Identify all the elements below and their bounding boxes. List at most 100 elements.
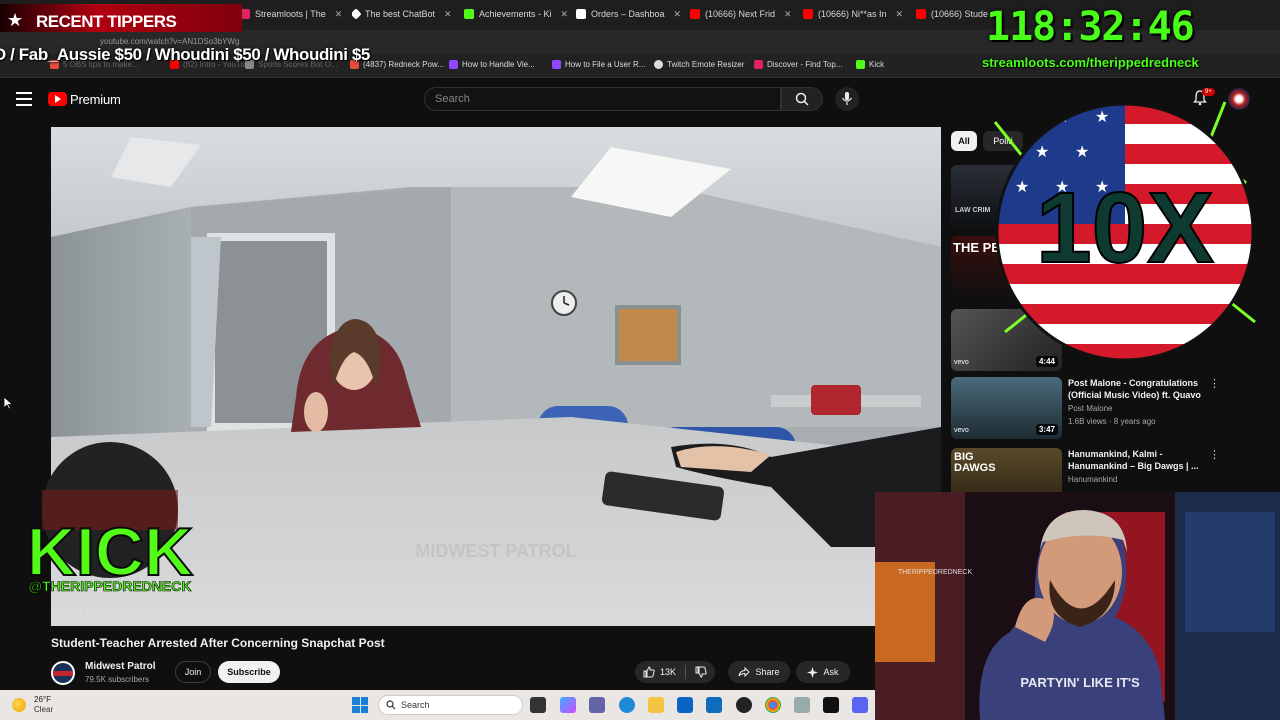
like-count: 13K <box>659 667 676 677</box>
tab-ni-as-in[interactable]: (10666) Ni**as In ✕ <box>803 3 913 25</box>
share-arrow-icon <box>738 666 751 678</box>
store-icon[interactable] <box>677 697 693 713</box>
channel-name: Hanumankind <box>1068 475 1118 484</box>
channel-name[interactable]: Midwest Patrol <box>85 661 156 672</box>
streamloots-url: streamloots.com/therippedredneck <box>982 55 1199 70</box>
share-button[interactable]: Share <box>728 661 790 683</box>
obs-icon[interactable] <box>736 697 752 713</box>
thumbs-down-icon[interactable] <box>695 666 707 678</box>
diamond-icon <box>352 8 362 20</box>
close-icon[interactable]: ✕ <box>896 9 904 20</box>
tab-streamloots[interactable]: Streamloots | The ✕ <box>240 3 350 25</box>
like-button[interactable]: 13K <box>635 661 715 683</box>
discord-icon[interactable] <box>852 697 868 713</box>
outlook-icon[interactable] <box>706 697 722 713</box>
kick-icon <box>464 9 474 19</box>
search-icon <box>386 700 396 710</box>
tipper-ticker: O / Fab_Aussie $50 / Whoudini $50 / Whou… <box>0 45 370 64</box>
kick-handle: @THERIPPEDREDNECK <box>28 578 191 594</box>
sparkle-icon <box>807 666 819 678</box>
file-explorer-icon[interactable] <box>648 697 664 713</box>
search-icon <box>795 92 809 106</box>
kick-channel-logo: KICK @THERIPPEDREDNECK REDNECK <box>26 442 194 618</box>
webcam-frame: PARTYIN' LIKE IT'S THERIPPEDREDNECK <box>875 492 1280 720</box>
video-title: Hanumankind, Kalmi - Hanumankind – Big D… <box>1068 449 1199 471</box>
video-title: Student-Teacher Arrested After Concernin… <box>51 636 385 650</box>
close-icon[interactable]: ✕ <box>335 9 343 20</box>
twitch-icon <box>552 60 561 69</box>
microphone-icon <box>842 92 852 105</box>
10x-text: 10X <box>1036 172 1214 284</box>
weather-condition[interactable]: Clear <box>34 705 53 714</box>
copilot-icon[interactable] <box>560 697 576 713</box>
search-button[interactable] <box>781 87 823 111</box>
video-duration: 3:47 <box>1035 424 1058 435</box>
10x-flag-logo: ★ ★ ★ ★ ★ ★ ★ ★ 10X <box>993 101 1256 362</box>
close-icon[interactable]: ✕ <box>674 9 682 20</box>
tab-student[interactable]: (10666) Student <box>916 3 988 25</box>
recent-tippers-label: RECENT TIPPERS <box>36 12 177 31</box>
youtube-icon <box>690 9 700 19</box>
channel-avatar[interactable] <box>51 661 75 685</box>
weather-moon-icon[interactable] <box>12 698 26 712</box>
close-icon[interactable]: ✕ <box>561 9 569 20</box>
twitch-icon <box>449 60 458 69</box>
webcam-feed: PARTYIN' LIKE IT'S THERIPPEDREDNECK <box>875 492 1280 720</box>
star-icon: ★ <box>7 10 24 30</box>
midwest-patrol-logo-icon <box>53 663 73 683</box>
bookmark-icon <box>754 60 763 69</box>
app-icon[interactable] <box>794 697 810 713</box>
svg-text:★: ★ <box>1095 107 1109 126</box>
thumbs-up-icon <box>643 666 655 678</box>
subathon-timer: 118:32:46 <box>986 4 1195 50</box>
youtube-icon <box>916 9 926 19</box>
weather-temperature[interactable]: 26°F <box>34 695 51 704</box>
edge-icon[interactable] <box>619 697 635 713</box>
close-icon[interactable]: ✕ <box>444 9 452 20</box>
start-button[interactable] <box>352 697 368 713</box>
cap-text: THERIPPEDREDNECK <box>898 569 973 576</box>
ask-button[interactable]: Ask <box>796 661 850 683</box>
subscriber-count: 79.5K subscribers <box>85 675 150 684</box>
voice-search-button[interactable] <box>835 87 859 111</box>
subscribe-button[interactable]: Subscribe <box>218 661 280 683</box>
bookmark-emote-resizer[interactable]: Twitch Emote Resizer <box>654 60 744 69</box>
tab-achievements[interactable]: Achievements - Ki ✕ <box>464 3 574 25</box>
youtube-icon <box>803 9 813 19</box>
terminal-icon[interactable] <box>823 697 839 713</box>
svg-text:★: ★ <box>1035 142 1049 161</box>
mouse-cursor-icon <box>4 397 13 410</box>
chip-all[interactable]: All <box>951 131 977 151</box>
bookmark-file-user-report[interactable]: How to File a User R... <box>552 60 645 69</box>
search-input[interactable] <box>425 88 780 110</box>
shirt-text: PARTYIN' LIKE IT'S <box>1020 675 1140 690</box>
svg-text:★: ★ <box>1075 142 1089 161</box>
search-box[interactable] <box>424 87 781 111</box>
video-meta: 1.6B views · 8 years ago <box>1068 417 1156 426</box>
bookmark-discover[interactable]: Discover - Find Top... <box>754 60 842 69</box>
sidebar-video-post-malone[interactable]: vevo 3:47 Post Malone - Congratulations … <box>951 377 1271 439</box>
join-button[interactable]: Join <box>175 661 211 683</box>
recent-tippers-banner: ★ RECENT TIPPERS <box>0 4 242 32</box>
tab-orders[interactable]: Orders – Dashboa ✕ <box>576 3 686 25</box>
bookmark-handle-viewers[interactable]: How to Handle Vie... <box>449 60 535 69</box>
svg-text:★: ★ <box>1015 107 1029 126</box>
taskbar-search[interactable]: Search <box>378 695 523 715</box>
bookmark-kick[interactable]: Kick <box>856 60 884 69</box>
chrome-icon[interactable] <box>765 697 781 713</box>
channel-name: Post Malone <box>1068 404 1113 413</box>
kick-sub-text: REDNECK <box>76 606 144 618</box>
tab-chatbot[interactable]: The best ChatBot ✕ <box>352 3 462 25</box>
youtube-logo-icon[interactable] <box>48 92 67 106</box>
tab-next-friday[interactable]: (10666) Next Frid ✕ <box>690 3 800 25</box>
kick-icon <box>856 60 865 69</box>
teams-icon[interactable] <box>589 697 605 713</box>
menu-icon[interactable] <box>16 92 32 106</box>
video-watermark: MIDWEST PATROL <box>415 541 576 561</box>
more-options-icon[interactable]: ⋮ <box>1209 448 1220 461</box>
youtube-premium-label[interactable]: Premium <box>70 92 121 107</box>
task-view-icon[interactable] <box>530 697 546 713</box>
globe-icon <box>654 60 663 69</box>
close-icon[interactable]: ✕ <box>784 9 792 20</box>
video-thumbnail: vevo 3:47 <box>951 377 1062 439</box>
